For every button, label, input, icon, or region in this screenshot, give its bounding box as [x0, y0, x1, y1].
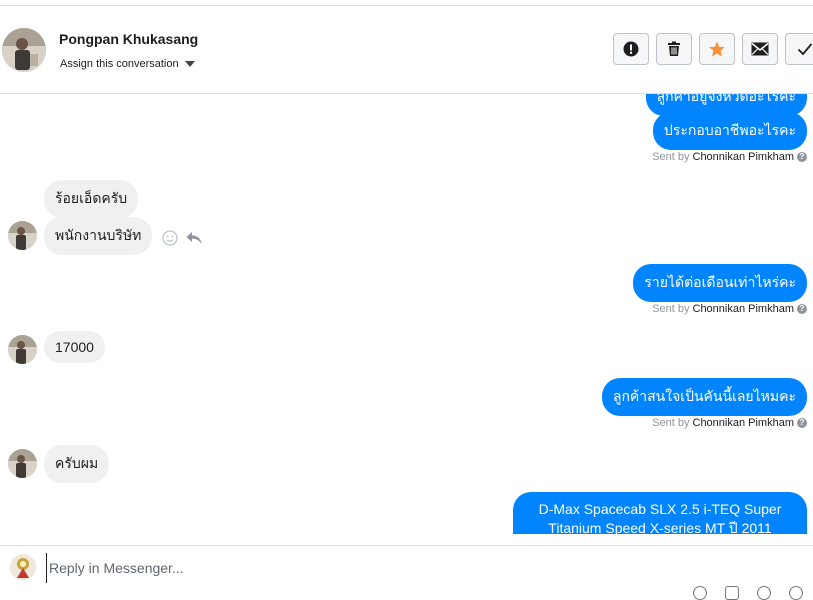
mark-done-button[interactable] [785, 33, 813, 65]
check-icon [797, 43, 813, 56]
message-bubble-incoming[interactable]: ร้อยเอ็ดครับ [44, 180, 139, 218]
reply-arrow-icon[interactable] [186, 231, 202, 245]
contact-avatar[interactable] [2, 28, 46, 72]
message-bubble-outgoing[interactable]: D-Max Spacecab SLX 2.5 i-TEQ Super Titan… [513, 492, 807, 534]
spam-icon [623, 41, 639, 57]
sent-by-label: Sent by Chonnikan Pimkham ? [652, 303, 807, 315]
mail-icon [751, 42, 769, 56]
info-icon[interactable]: ? [797, 418, 807, 428]
message-bubble-outgoing[interactable]: รายได้ต่อเดือนเท่าไหร่คะ [633, 264, 807, 302]
info-icon[interactable]: ? [797, 304, 807, 314]
contact-avatar-small[interactable] [8, 449, 37, 478]
message-bubble-incoming[interactable]: 17000 [44, 331, 105, 363]
settings-icon[interactable] [789, 586, 803, 600]
sent-by-name[interactable]: Chonnikan Pimkham [693, 303, 795, 315]
sent-by-prefix: Sent by [652, 303, 690, 315]
reply-input[interactable] [46, 553, 651, 583]
message-bubble-outgoing[interactable]: ลูกค้าสนใจเป็นคันนี้เลยไหมคะ [601, 378, 807, 416]
contact-avatar-small[interactable] [8, 335, 37, 364]
message-actions [162, 230, 202, 246]
contact-name[interactable]: Pongpan Khukasang [59, 31, 198, 47]
emoji-reaction-icon[interactable] [162, 230, 178, 246]
message-bubble-incoming[interactable]: พนักงานบริษัท [44, 217, 153, 255]
emoji-icon[interactable] [757, 586, 771, 600]
message-thread[interactable]: ลูกค้าอยู่จังหวัดอะไรคะ ประกอบอาชีพอะไรค… [0, 94, 813, 534]
message-bubble-incoming[interactable]: ครับผม [44, 445, 110, 483]
info-icon[interactable]: ? [797, 152, 807, 162]
conversation-header: Pongpan Khukasang Assign this conversati… [0, 6, 813, 94]
mark-spam-button[interactable] [613, 33, 649, 65]
assign-conversation-dropdown[interactable]: Assign this conversation [60, 58, 195, 70]
caret-down-icon [184, 61, 195, 67]
attachment-icon[interactable] [725, 586, 739, 600]
sent-by-prefix: Sent by [652, 417, 690, 429]
sent-by-prefix: Sent by [652, 151, 690, 163]
star-icon [709, 41, 725, 57]
mark-unread-button[interactable] [742, 33, 778, 65]
sent-by-name[interactable]: Chonnikan Pimkham [693, 417, 795, 429]
composer-tools [693, 586, 803, 600]
trash-icon [668, 41, 680, 56]
contact-avatar-small[interactable] [8, 221, 37, 250]
sent-by-label: Sent by Chonnikan Pimkham ? [652, 417, 807, 429]
star-button[interactable] [699, 33, 735, 65]
page-avatar [10, 554, 36, 580]
sent-by-name[interactable]: Chonnikan Pimkham [693, 151, 795, 163]
message-bubble-outgoing[interactable]: ประกอบอาชีพอะไรคะ [652, 112, 807, 150]
reply-composer [0, 545, 813, 600]
assign-label: Assign this conversation [60, 58, 179, 70]
sent-by-label: Sent by Chonnikan Pimkham ? [652, 151, 807, 163]
delete-button[interactable] [656, 33, 692, 65]
help-icon[interactable] [693, 586, 707, 600]
